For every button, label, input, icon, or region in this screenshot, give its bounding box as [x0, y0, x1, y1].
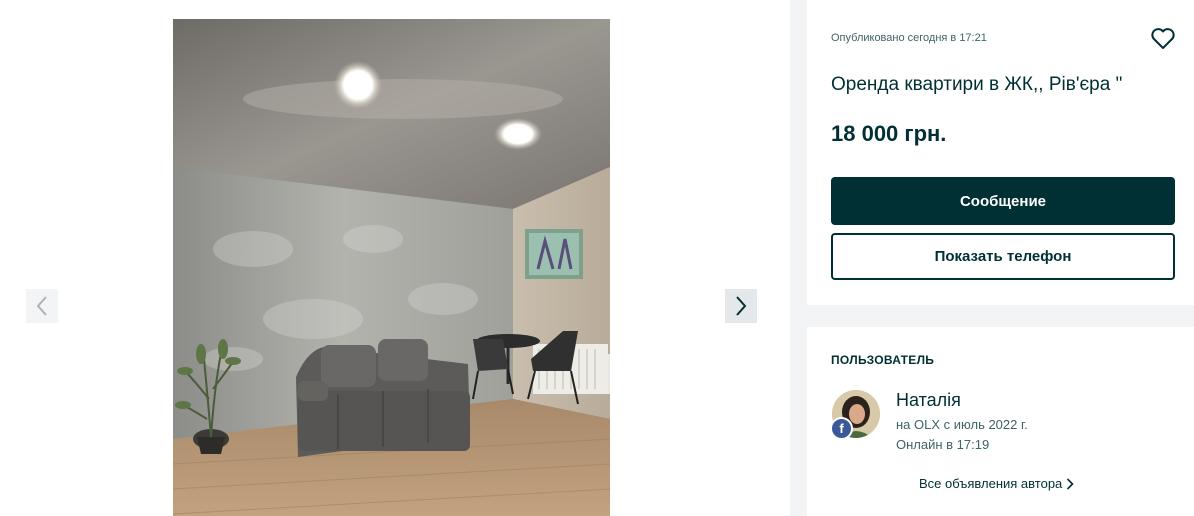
facebook-icon: f	[830, 417, 853, 440]
ad-title: Оренда квартири в ЖК,, Рів'єра "	[831, 74, 1123, 95]
ad-summary-card: Опубликовано сегодня в 17:21 Оренда квар…	[807, 0, 1194, 305]
published-date: Опубликовано сегодня в 17:21	[831, 32, 987, 44]
all-ads-label: Все объявления автора	[919, 476, 1063, 491]
chevron-right-icon	[736, 296, 747, 316]
all-author-ads-link[interactable]: Все объявления автора	[919, 476, 1089, 491]
message-button[interactable]: Сообщение	[831, 177, 1175, 225]
ad-price: 18 000 грн.	[831, 121, 947, 146]
user-section-heading: ПОЛЬЗОВАТЕЛЬ	[831, 353, 935, 367]
user-last-online: Онлайн в 17:19	[896, 437, 990, 452]
chevron-right-icon	[1067, 477, 1074, 490]
listing-photo[interactable]	[173, 19, 610, 516]
gallery-prev-button[interactable]	[26, 289, 58, 323]
heart-icon	[1151, 28, 1175, 49]
user-member-since: на OLX с июль 2022 г.	[896, 417, 1028, 432]
favorite-button[interactable]	[1150, 27, 1176, 51]
show-phone-button[interactable]: Показать телефон	[831, 233, 1175, 280]
user-card: ПОЛЬЗОВАТЕЛЬ f Наталія на OLX с июль 202…	[807, 327, 1194, 516]
photo-gallery	[0, 0, 790, 516]
user-name[interactable]: Наталія	[896, 390, 961, 411]
chevron-left-icon	[36, 296, 47, 316]
gallery-next-button[interactable]	[725, 289, 757, 323]
